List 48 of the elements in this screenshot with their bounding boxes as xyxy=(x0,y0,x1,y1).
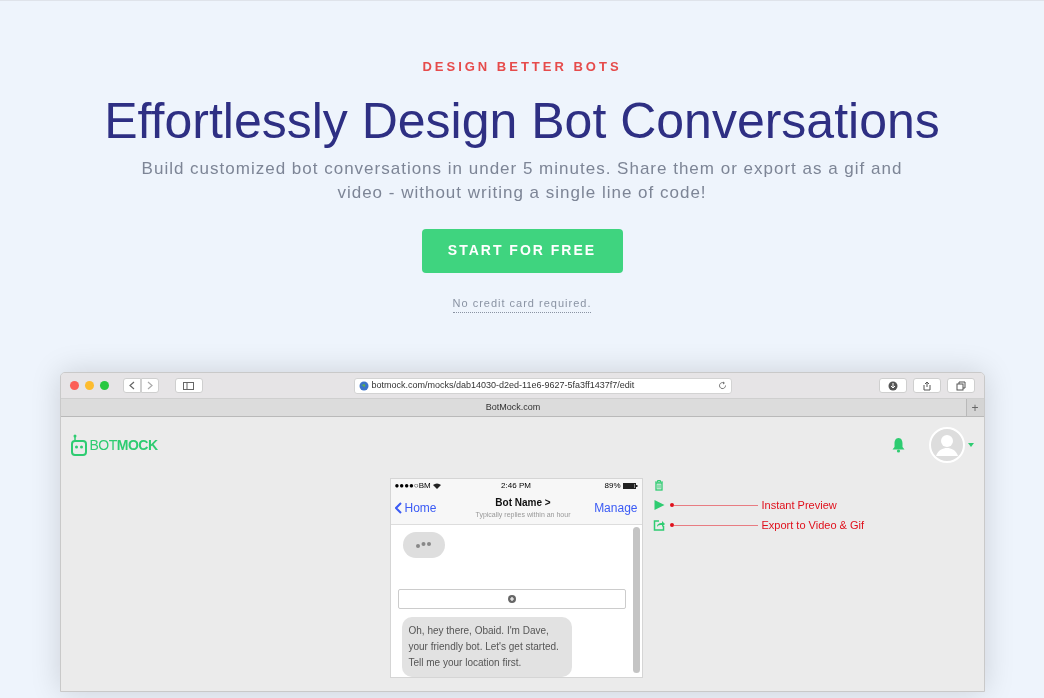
browser-tab[interactable]: BotMock.com xyxy=(60,399,966,416)
note-text: No credit card required. xyxy=(452,294,592,313)
close-icon[interactable] xyxy=(69,381,79,390)
avatar-icon[interactable] xyxy=(928,427,965,463)
globe-icon xyxy=(358,380,369,391)
bot-name[interactable]: Bot Name > xyxy=(495,495,551,511)
manage-link[interactable]: Manage xyxy=(591,499,638,517)
time-text: 2:46 PM xyxy=(500,479,532,492)
bell-icon[interactable] xyxy=(890,437,906,453)
caret-icon[interactable] xyxy=(967,443,974,447)
address-bar[interactable]: botmock.com/mocks/dab14030-d2ed-11e6-9627-5fa3ff1437f7/edit xyxy=(353,377,732,394)
eyebrow-text: DESIGN BETTER BOTS xyxy=(422,58,622,76)
minimize-icon[interactable] xyxy=(84,381,94,390)
headline: Effortlessly Design Bot Conversations xyxy=(104,91,940,151)
chevron-left-icon xyxy=(394,502,402,514)
share-button[interactable] xyxy=(912,378,941,393)
wifi-icon xyxy=(432,482,441,489)
carrier-text: ●●●●○BM xyxy=(394,479,431,492)
battery-icon xyxy=(622,482,638,489)
subtitle-text: Build customized bot conversations in under 5 minutes. Share them or export as a gif and video - without writing a single line of code! xyxy=(140,157,904,204)
sidebar-icon xyxy=(183,381,194,390)
chevron-left-icon xyxy=(128,381,135,390)
message-bubble: Oh, hey there, Obaid. I'm Dave, your friendly bot. Let's get started. Tell me your location first. xyxy=(401,617,572,677)
maximize-icon[interactable] xyxy=(99,381,109,390)
tabs-button[interactable] xyxy=(946,378,975,393)
back-button[interactable] xyxy=(122,378,141,393)
back-link[interactable]: Home xyxy=(394,499,455,517)
typing-dots-icon xyxy=(413,541,434,550)
battery-text: 89% xyxy=(604,479,621,492)
trash-icon[interactable] xyxy=(652,479,665,491)
add-message-button[interactable] xyxy=(397,589,626,609)
logo-text: BOTMOCK xyxy=(89,435,158,455)
reload-icon[interactable] xyxy=(717,381,727,390)
tabs-icon xyxy=(955,380,966,391)
url-text: botmock.com/mocks/dab14030-d2ed-11e6-9627-5fa3ff1437f7/edit xyxy=(371,378,636,392)
new-tab-button[interactable]: + xyxy=(965,399,984,416)
export-icon[interactable] xyxy=(652,519,665,531)
annotation-label: Instant Preview xyxy=(761,497,837,513)
sidebar-button[interactable] xyxy=(174,378,203,393)
forward-button[interactable] xyxy=(140,378,159,393)
play-icon[interactable] xyxy=(652,499,665,511)
plus-icon xyxy=(507,595,516,604)
robot-icon xyxy=(70,434,87,456)
download-icon xyxy=(887,380,898,391)
annotation-label: Export to Video & Gif xyxy=(761,517,865,533)
download-button[interactable] xyxy=(878,378,907,393)
chevron-right-icon xyxy=(146,381,153,390)
share-icon xyxy=(921,380,932,391)
